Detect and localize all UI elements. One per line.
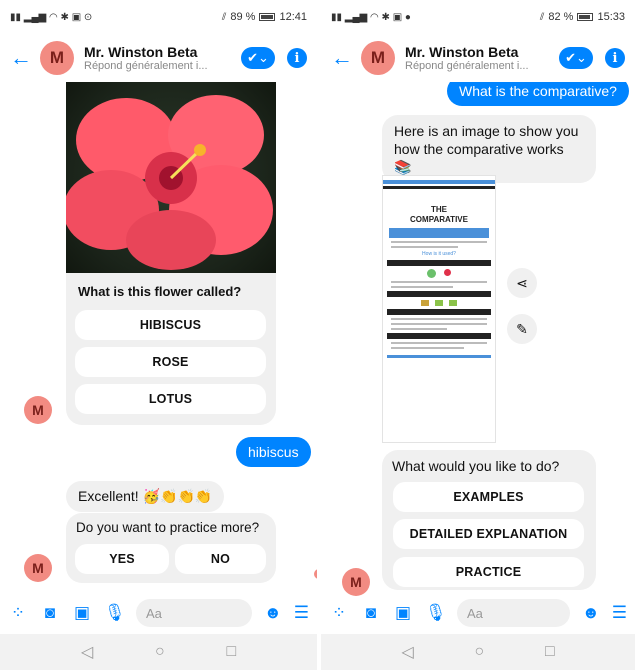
flower-image [66,95,273,270]
signal-icon: ▮▮ ▂▄▆ ◠ ✱ ▣ ⊙ [10,11,93,23]
composer-bar: ⁘ ◙ ▣ 🎙 Aa ☻ ☰ [0,596,317,630]
contact-name: Mr. Winston Beta [84,44,198,60]
signal-icon: ▮▮ ▂▄▆ ◠ ✱ ▣ ● [331,11,411,23]
vibrate-icon: ⫽ [539,11,545,23]
hibiscus-photo [66,80,276,273]
avatar[interactable]: M [40,41,74,75]
clock: 15:33 [597,11,625,23]
camera-icon[interactable]: ◙ [361,603,381,623]
chat-header: ← M Mr. Winston Beta Répond généralement… [321,34,635,82]
menu-icon[interactable]: ☰ [612,603,627,623]
bot-avatar[interactable]: M [342,568,370,596]
edit-pencil-icon[interactable]: ✎ [507,314,537,344]
battery-percent: 82 % [548,11,574,23]
option-lotus-button[interactable]: LOTUS [75,384,266,414]
contact-name: Mr. Winston Beta [405,44,519,60]
option-hibiscus-button[interactable]: HIBISCUS [75,310,266,340]
seen-indicator [313,568,317,580]
nav-recents-icon[interactable]: □ [545,643,555,661]
info-icon[interactable]: i [605,48,625,68]
nav-recents-icon[interactable]: □ [226,643,236,661]
check-toggle-icon[interactable]: ✔⌄ [559,47,593,69]
examples-button[interactable]: EXAMPLES [393,482,584,512]
comparative-infographic[interactable]: THE COMPARATIVE How is it used? [382,175,496,443]
vibrate-icon: ⫽ [221,11,227,23]
yes-button[interactable]: YES [75,544,169,574]
practice-button[interactable]: PRACTICE [393,557,584,587]
status-bar: ▮▮ ▂▄▆ ◠ ✱ ▣ ● ⫽ 82 % 15:33 [321,0,635,34]
nav-back-icon[interactable]: ◁ [401,642,413,662]
android-nav-bar: ◁ ○ □ [321,634,635,670]
contact-subtitle: Répond généralement i... [405,60,529,72]
practice-prompt: Do you want to practice more? [76,520,260,535]
microphone-icon[interactable]: 🎙 [425,603,447,623]
battery-icon [259,13,276,21]
message-input[interactable]: Aa [457,599,570,627]
nav-back-icon[interactable]: ◁ [81,642,93,662]
no-button[interactable]: NO [175,544,266,574]
detailed-explanation-button[interactable]: DETAILED EXPLANATION [393,519,584,549]
microphone-icon[interactable]: 🎙 [104,603,126,623]
gallery-icon[interactable]: ▣ [393,603,413,623]
infographic-title-2: COMPARATIVE [410,215,468,224]
menu-icon[interactable]: ☰ [294,603,309,623]
status-bar: ▮▮ ▂▄▆ ◠ ✱ ▣ ⊙ ⫽ 89 % 12:41 [0,0,317,34]
bot-reply-message: Here is an image to show you how the com… [382,115,596,183]
infographic-title: THE [431,205,447,214]
left-phone-screen: ▮▮ ▂▄▆ ◠ ✱ ▣ ⊙ ⫽ 89 % 12:41 ← M Mr. Wins… [0,0,317,670]
emoji-icon[interactable]: ☻ [264,603,282,623]
bot-avatar[interactable]: M [24,396,52,424]
battery-icon [577,13,594,21]
back-arrow-icon[interactable]: ← [331,45,361,71]
infographic-subheading: How is it used? [422,251,456,257]
share-icon[interactable]: ⋖ [507,268,537,298]
option-rose-button[interactable]: ROSE [75,347,266,377]
quiz-question: What is this flower called? [78,284,242,299]
action-prompt: What would you like to do? [392,458,560,474]
android-nav-bar: ◁ ○ □ [0,634,317,670]
bot-avatar-2[interactable]: M [24,554,52,582]
emoji-icon[interactable]: ☻ [582,603,600,623]
composer-bar: ⁘ ◙ ▣ 🎙 Aa ☻ ☰ [321,596,635,630]
check-toggle-icon[interactable]: ✔⌄ [241,47,275,69]
clock: 12:41 [279,11,307,23]
message-input[interactable]: Aa [136,599,252,627]
info-icon[interactable]: i [287,48,307,68]
contact-subtitle: Répond généralement i... [84,60,208,72]
chat-header: ← M Mr. Winston Beta Répond généralement… [0,34,317,82]
avatar[interactable]: M [361,41,395,75]
gallery-icon[interactable]: ▣ [72,603,92,623]
back-arrow-icon[interactable]: ← [10,45,40,71]
nav-home-icon[interactable]: ○ [474,643,484,661]
nav-home-icon[interactable]: ○ [155,643,165,661]
battery-percent: 89 % [230,11,256,23]
user-message: hibiscus [236,437,311,467]
camera-icon[interactable]: ◙ [40,603,60,623]
apps-grid-icon[interactable]: ⁘ [329,603,349,623]
feedback-message: Excellent! 🥳👏👏👏 [66,481,225,512]
apps-grid-icon[interactable]: ⁘ [8,603,28,623]
